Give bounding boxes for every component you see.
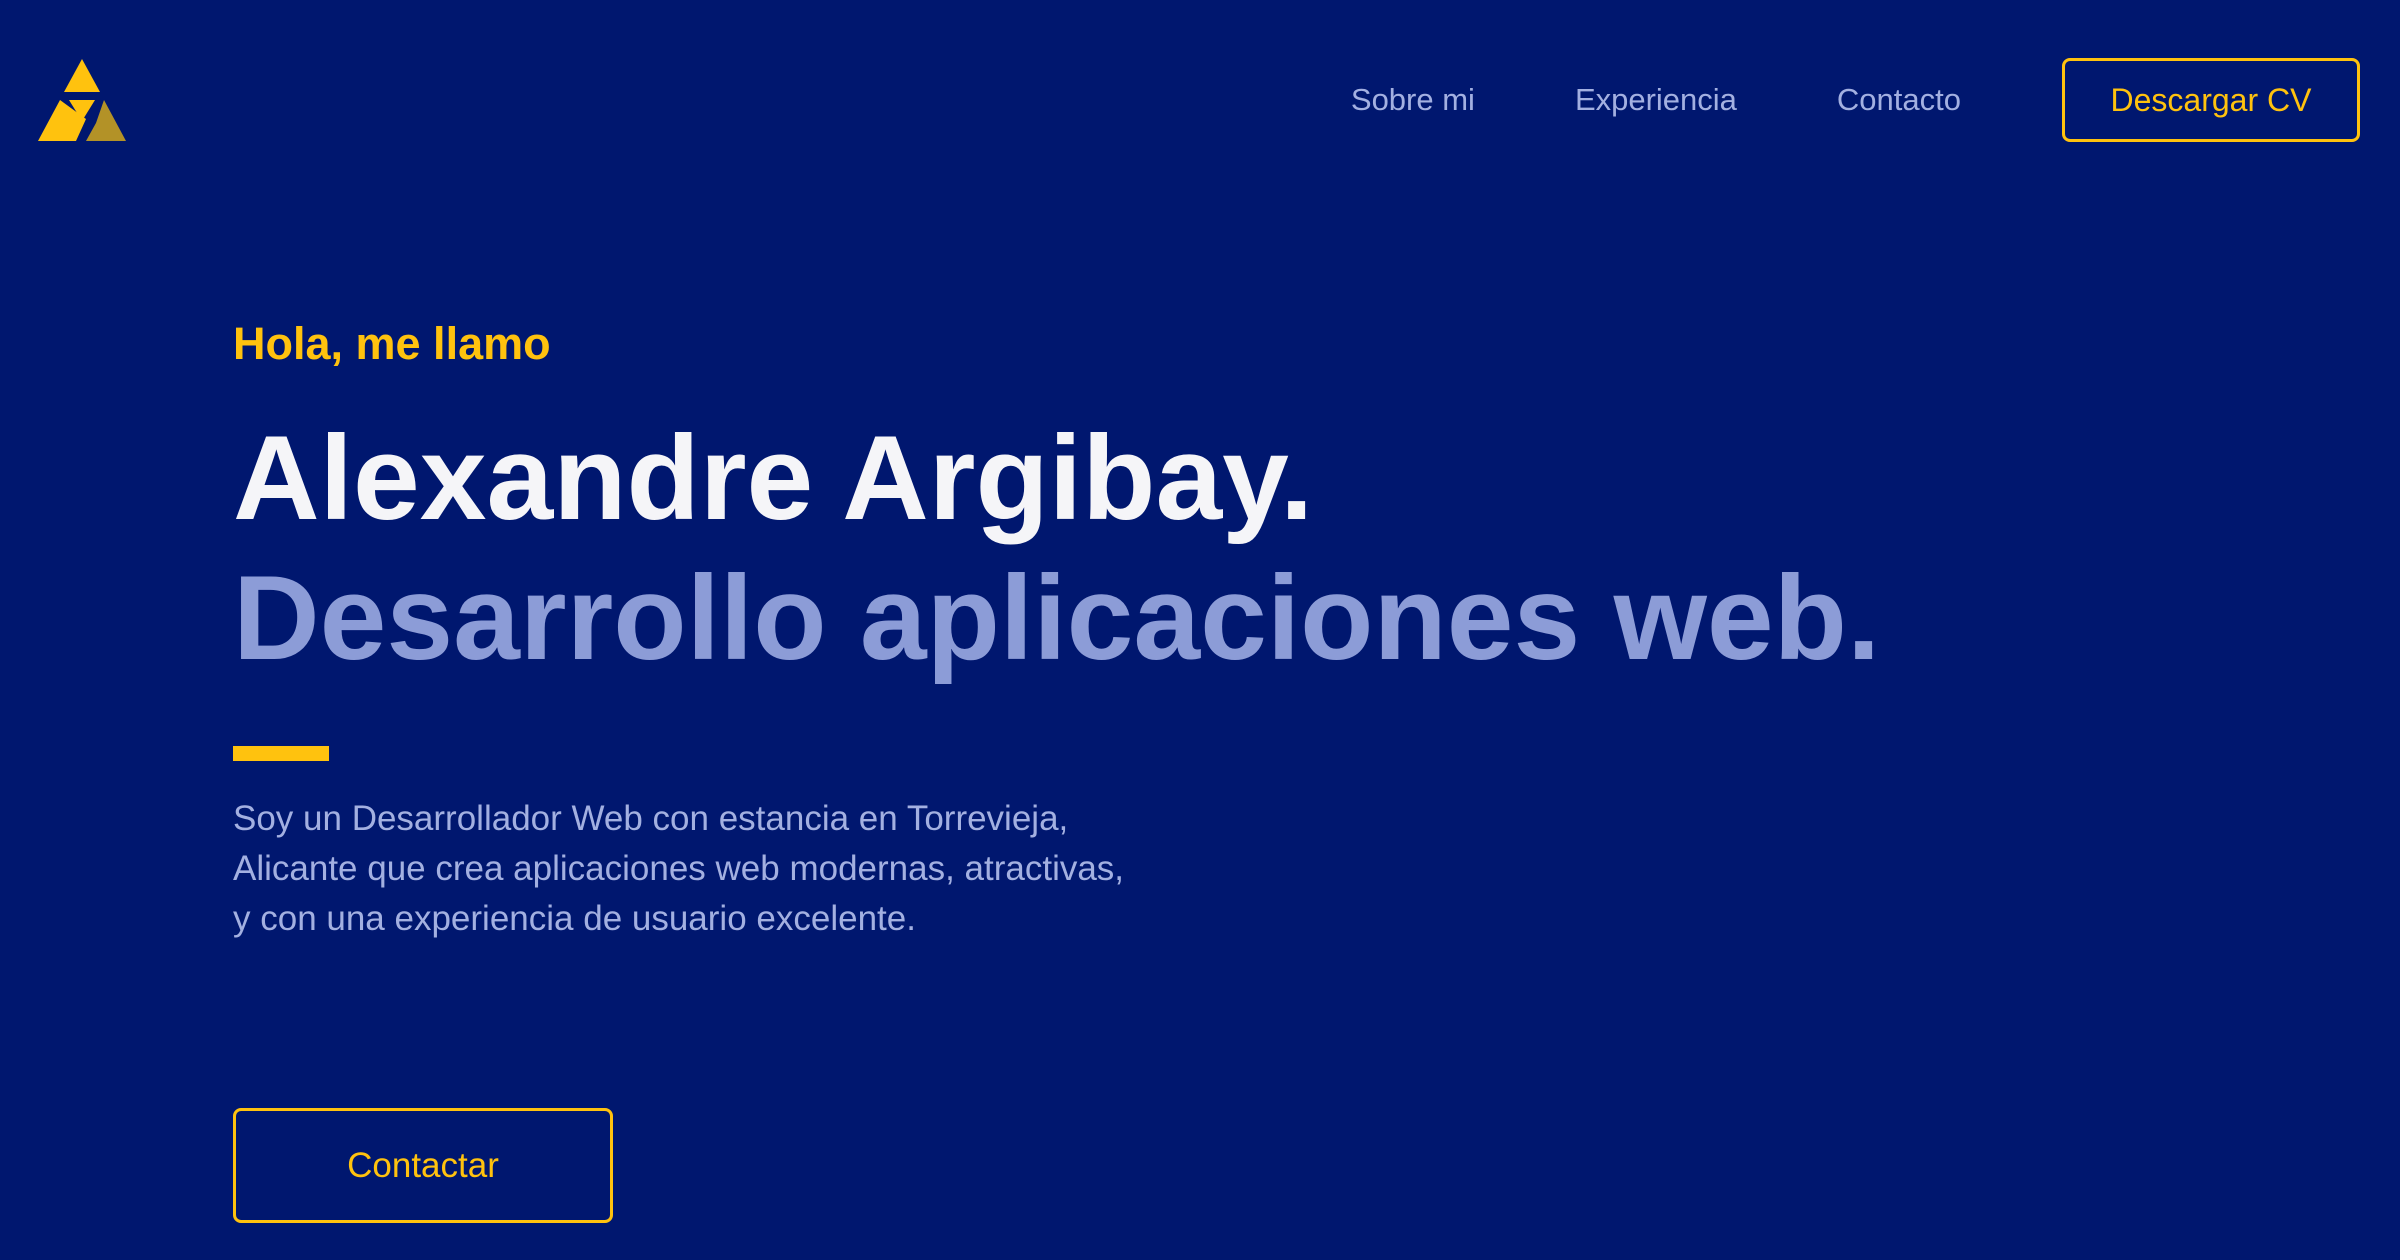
- triangle-logo-icon: [38, 59, 126, 141]
- description-line: Alicante que crea aplicaciones web moder…: [233, 849, 1125, 888]
- description-line: Soy un Desarrollador Web con estancia en…: [233, 799, 1069, 838]
- main-nav: Sobre mi Experiencia Contacto Descargar …: [1351, 58, 2360, 142]
- nav-link-sobre-mi[interactable]: Sobre mi: [1351, 58, 1475, 142]
- hero-greeting: Hola, me llamo: [233, 318, 551, 369]
- description-line: y con una experiencia de usuario excelen…: [233, 899, 916, 938]
- download-cv-button[interactable]: Descargar CV: [2062, 58, 2360, 142]
- hero-tagline: Desarrollo aplicaciones web.: [233, 551, 1881, 685]
- hero-name: Alexandre Argibay.: [233, 411, 1314, 545]
- logo[interactable]: [38, 59, 126, 141]
- nav-link-contacto[interactable]: Contacto: [1837, 58, 1961, 142]
- nav-link-experiencia[interactable]: Experiencia: [1575, 58, 1737, 142]
- hero-description: Soy un Desarrollador Web con estancia en…: [233, 794, 1193, 944]
- accent-divider: [233, 746, 329, 761]
- contact-button[interactable]: Contactar: [233, 1108, 613, 1223]
